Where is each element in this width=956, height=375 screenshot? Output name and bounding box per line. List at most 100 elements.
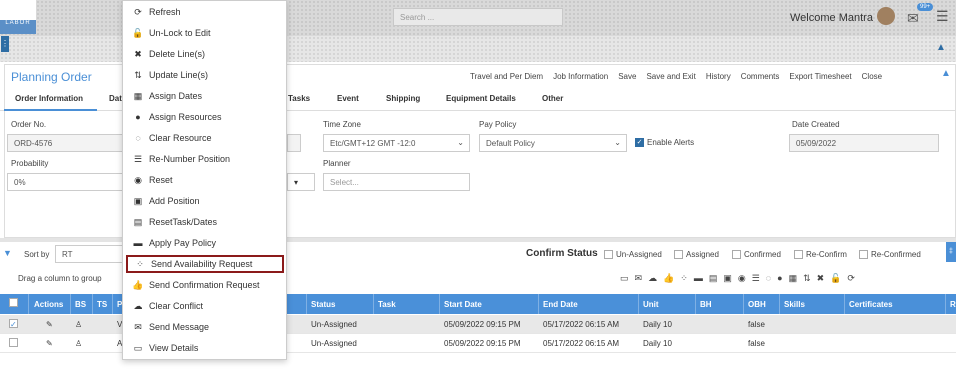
probability-dropdown-icon[interactable]: ▾ — [287, 173, 315, 191]
link-export[interactable]: Export Timesheet — [789, 72, 851, 81]
menu-item-delete-line-s[interactable]: ✖ Delete Line(s) — [126, 45, 284, 63]
edit-icon[interactable]: ✎ — [46, 339, 53, 348]
menu-item-resettask-dates[interactable]: ▤ ResetTask/Dates — [126, 213, 284, 231]
availability-icon[interactable]: ⁘ — [680, 273, 688, 284]
menu-item-add-position[interactable]: ▣ Add Position — [126, 192, 284, 210]
delete-icon[interactable]: ✖ — [817, 273, 825, 284]
menu-item-un-lock-to-edit[interactable]: 🔓 Un-Lock to Edit — [126, 24, 284, 42]
chevron-down-icon: ⌄ — [457, 138, 464, 147]
menu-item-re-number-position[interactable]: ☰ Re-Number Position — [126, 150, 284, 168]
col-start-date[interactable]: Start Date — [444, 300, 482, 309]
pay-policy-icon[interactable]: ▬ — [694, 273, 703, 284]
search-input[interactable]: Search ... — [393, 8, 563, 26]
order-no-label: Order No. — [11, 120, 47, 129]
menu-icon[interactable]: ☰ — [936, 8, 949, 25]
col-unit[interactable]: Unit — [643, 300, 659, 309]
side-panel-tab[interactable]: ‡ — [946, 242, 956, 262]
refresh-icon[interactable]: ⟳ — [847, 273, 855, 284]
thumbs-up-icon[interactable]: 👍 — [663, 273, 674, 284]
tab-order-information[interactable]: Order Information — [15, 94, 83, 103]
status-reconfirmed[interactable]: Re-Confirmed — [859, 250, 921, 260]
cloud-icon[interactable]: ☁ — [648, 273, 657, 284]
add-position-icon[interactable]: ▣ — [723, 273, 732, 284]
enable-alerts[interactable]: ✓ Enable Alerts — [635, 138, 694, 148]
status-checkbox[interactable] — [732, 250, 741, 260]
menu-item-send-availability-request[interactable]: ⁘ Send Availability Request — [126, 255, 284, 273]
logo[interactable]: R2 LABOR — [0, 0, 36, 34]
enable-alerts-checkbox[interactable]: ✓ — [635, 138, 644, 148]
col-bs[interactable]: BS — [75, 300, 86, 309]
status-checkbox[interactable] — [674, 250, 683, 260]
tab-tasks[interactable]: Tasks — [288, 94, 310, 103]
select-all-checkbox[interactable] — [9, 298, 18, 307]
status-checkbox[interactable] — [794, 250, 803, 260]
col-bh[interactable]: BH — [700, 300, 712, 309]
status-reconfirm[interactable]: Re-Confirm — [794, 250, 847, 260]
order-no-field[interactable]: ORD-4576 — [7, 134, 125, 152]
menu-item-view-details[interactable]: ▭ View Details — [126, 339, 284, 357]
status-confirmed[interactable]: Confirmed — [732, 250, 781, 260]
menu-item-clear-resource[interactable]: ◌ Clear Resource — [126, 129, 284, 147]
link-save-exit[interactable]: Save and Exit — [646, 72, 695, 81]
collapse-form-icon[interactable]: ▲ — [941, 68, 951, 79]
menu-item-refresh[interactable]: ⟳ Refresh — [126, 3, 284, 21]
status-unassigned[interactable]: Un-Assigned — [604, 250, 662, 260]
menu-item-assign-dates[interactable]: ▦ Assign Dates — [126, 87, 284, 105]
menu-item-reset[interactable]: ◉ Reset — [126, 171, 284, 189]
edit-icon[interactable]: ✎ — [46, 320, 53, 329]
menu-item-clear-conflict[interactable]: ☁ Clear Conflict — [126, 297, 284, 315]
status-assigned[interactable]: Assigned — [674, 250, 719, 260]
menu-item-apply-pay-policy[interactable]: ▬ Apply Pay Policy — [126, 234, 284, 252]
col-end-date[interactable]: End Date — [543, 300, 578, 309]
menu-item-label: Re-Number Position — [149, 154, 231, 164]
user-icon[interactable]: ● — [777, 273, 782, 284]
reset-task-icon[interactable]: ▤ — [709, 273, 718, 284]
row-checkbox[interactable] — [9, 338, 18, 347]
col-r[interactable]: R — [950, 300, 956, 309]
filter-icon[interactable]: ▼ — [3, 248, 12, 258]
menu-item-label: Assign Resources — [149, 112, 222, 122]
col-ts[interactable]: TS — [97, 300, 107, 309]
status-checkbox[interactable] — [604, 250, 613, 260]
update-lines-icon[interactable]: ⇅ — [803, 273, 811, 284]
menu-item-update-line-s[interactable]: ⇅ Update Line(s) — [126, 66, 284, 84]
clear-icon[interactable]: ◌ — [766, 273, 771, 284]
menu-item-assign-resources[interactable]: ● Assign Resources — [126, 108, 284, 126]
timezone-select[interactable]: Etc/GMT+12 GMT -12:0 ⌄ — [323, 134, 470, 152]
row-checkbox[interactable]: ✓ — [9, 319, 18, 329]
menu-item-send-confirmation-request[interactable]: 👍 Send Confirmation Request — [126, 276, 284, 294]
col-certificates[interactable]: Certificates — [849, 300, 893, 309]
link-comments[interactable]: Comments — [741, 72, 780, 81]
calendar-icon[interactable]: ▦ — [789, 273, 798, 284]
col-skills[interactable]: Skills — [784, 300, 805, 309]
menu-item-send-message[interactable]: ✉ Send Message — [126, 318, 284, 336]
avatar[interactable] — [877, 7, 895, 25]
status-checkbox[interactable] — [859, 250, 868, 260]
mail-icon[interactable]: ✉ — [907, 10, 919, 27]
link-history[interactable]: History — [706, 72, 731, 81]
link-close[interactable]: Close — [862, 72, 882, 81]
tab-other[interactable]: Other — [542, 94, 563, 103]
col-task[interactable]: Task — [378, 300, 396, 309]
message-icon: ✉ — [134, 322, 142, 332]
col-obh[interactable]: OBH — [748, 300, 766, 309]
link-travel[interactable]: Travel and Per Diem — [470, 72, 543, 81]
tab-shipping[interactable]: Shipping — [386, 94, 420, 103]
col-actions[interactable]: Actions — [34, 300, 63, 309]
link-job-info[interactable]: Job Information — [553, 72, 608, 81]
list-icon[interactable]: ☰ — [752, 273, 760, 284]
side-toggle-icon[interactable]: ⋮ — [1, 36, 9, 52]
probability-field[interactable]: 0% — [7, 173, 125, 191]
reset-icon[interactable]: ◉ — [738, 273, 746, 284]
message-icon[interactable]: ✉ — [635, 273, 643, 284]
unlock-icon[interactable]: 🔓 — [830, 273, 841, 284]
sort-select[interactable]: RT — [55, 245, 125, 263]
tab-equipment[interactable]: Equipment Details — [446, 94, 516, 103]
details-icon[interactable]: ▭ — [620, 273, 629, 284]
link-save[interactable]: Save — [618, 72, 636, 81]
pay-policy-select[interactable]: Default Policy ⌄ — [479, 134, 627, 152]
tab-event[interactable]: Event — [337, 94, 359, 103]
planner-select[interactable]: Select... — [323, 173, 470, 191]
col-status[interactable]: Status — [311, 300, 335, 309]
collapse-icon[interactable]: ▲ — [936, 42, 946, 53]
